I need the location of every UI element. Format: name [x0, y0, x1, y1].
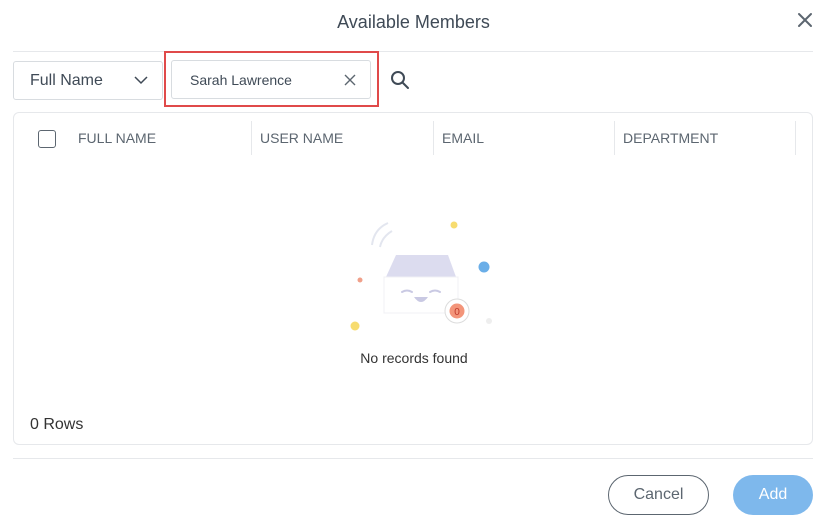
footer-divider: [13, 458, 813, 459]
grid-header: FULL NAME USER NAME EMAIL DEPARTMENT: [14, 121, 812, 155]
members-grid: FULL NAME USER NAME EMAIL DEPARTMENT 0 N…: [13, 112, 813, 445]
field-select-value: Full Name: [30, 71, 103, 89]
select-all-checkbox[interactable]: [38, 130, 56, 148]
signal-arc-inner: [379, 230, 393, 248]
close-icon: [798, 13, 812, 27]
dialog-title: Available Members: [337, 12, 490, 32]
empty-message: No records found: [360, 350, 468, 366]
signal-arc-outer: [371, 222, 389, 246]
badge-count: 0: [454, 307, 460, 318]
search-input-value: Sarah Lawrence: [190, 71, 292, 88]
field-select[interactable]: Full Name: [13, 61, 163, 100]
column-header-department[interactable]: DEPARTMENT: [615, 121, 796, 155]
dot-blue: [478, 261, 490, 273]
dot-yellow-bottom: [350, 321, 360, 331]
cancel-button[interactable]: Cancel: [608, 475, 709, 515]
empty-box-illustration: 0: [350, 221, 492, 331]
search-button[interactable]: [390, 70, 410, 90]
add-button[interactable]: Add: [733, 475, 813, 515]
dot-gray: [486, 318, 492, 324]
box-flap: [386, 255, 456, 277]
close-button[interactable]: [795, 10, 815, 30]
column-header-email[interactable]: EMAIL: [434, 121, 615, 155]
column-header-full-name[interactable]: FULL NAME: [70, 121, 252, 155]
dot-yellow-top: [450, 221, 458, 229]
search-input[interactable]: Sarah Lawrence: [171, 60, 371, 99]
rows-count: 0 Rows: [30, 416, 84, 433]
header-divider: [13, 51, 813, 52]
chevron-down-icon: [134, 76, 148, 85]
dot-orange: [357, 277, 363, 283]
clear-icon[interactable]: [344, 74, 356, 86]
search-icon: [391, 71, 409, 89]
column-header-user-name[interactable]: USER NAME: [252, 121, 434, 155]
